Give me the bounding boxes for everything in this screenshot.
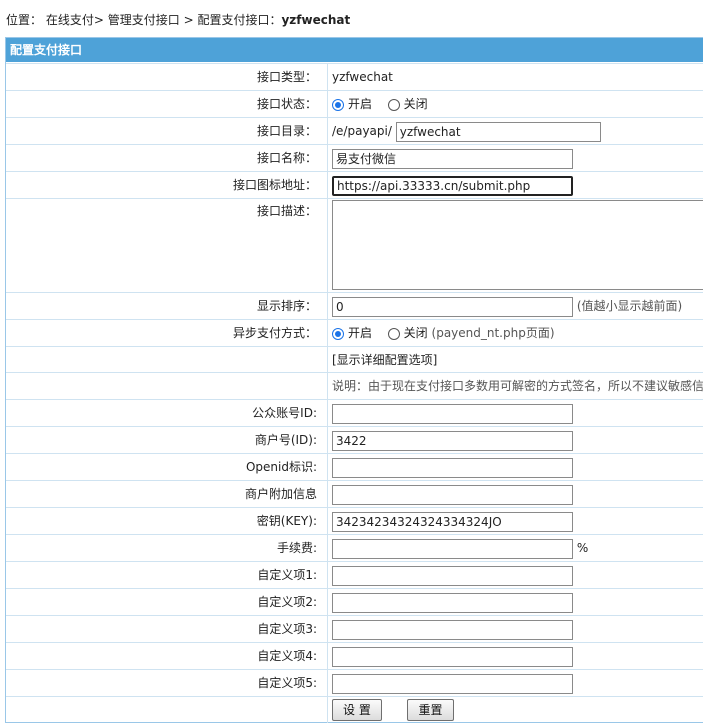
breadcrumb-prefix: 位置： (6, 13, 43, 27)
custom1-input[interactable] (332, 565, 573, 586)
status-off-label: 关闭 (403, 97, 428, 111)
custom2-input[interactable] (332, 592, 573, 613)
order-hint: (值越小显示越前面) (576, 299, 683, 313)
row-custom4: 自定义项4: (6, 642, 703, 670)
label-custom3: 自定义项3: (257, 622, 317, 636)
row-fee: 手续费: % (6, 534, 703, 562)
value-type: yzfwechat (332, 70, 393, 84)
label-key: 密钥(KEY): (256, 514, 317, 528)
status-on-radio[interactable] (332, 98, 344, 111)
custom4-input[interactable] (332, 646, 573, 667)
async-off-label: 关闭 (403, 326, 428, 340)
label-dir: 接口目录： (256, 124, 317, 138)
label-name: 接口名称： (256, 151, 317, 165)
name-input[interactable] (332, 148, 573, 169)
row-actions: 设 置 重置 (6, 696, 703, 723)
row-appid: 公众账号ID: (6, 399, 703, 427)
config-panel: 配置支付接口 接口类型： yzfwechat 接口状态： 开启 关闭 接口目录：… (5, 37, 703, 723)
note-text: 说明：由于现在支付接口多数用可解密的方式签名，所以不建议敏感信 (332, 379, 703, 393)
merchant-id-input[interactable] (332, 430, 573, 451)
async-off-radio[interactable] (387, 327, 400, 340)
icon-url-input[interactable] (332, 175, 573, 196)
row-show-detail: [显示详细配置选项] (6, 346, 703, 373)
breadcrumb-sep: > 配置支付接口： (183, 13, 282, 27)
row-custom2: 自定义项2: (6, 588, 703, 616)
status-off-radio[interactable] (387, 98, 400, 111)
row-custom1: 自定义项1: (6, 561, 703, 589)
fee-input[interactable] (332, 538, 573, 559)
key-input[interactable] (332, 511, 573, 532)
label-merchant-extra: 商户附加信息 (244, 487, 317, 501)
row-custom3: 自定义项3: (6, 615, 703, 643)
row-dir: 接口目录： /e/payapi/ (6, 117, 703, 145)
label-custom1: 自定义项1: (257, 568, 317, 582)
async-hint: (payend_nt.php页面) (431, 326, 555, 340)
label-order: 显示排序： (256, 299, 317, 313)
row-order: 显示排序： (值越小显示越前面) (6, 292, 703, 320)
submit-button[interactable]: 设 置 (332, 698, 382, 721)
order-input[interactable] (332, 296, 573, 317)
row-note: 说明：由于现在支付接口多数用可解密的方式签名，所以不建议敏感信 (6, 372, 703, 400)
label-custom5: 自定义项5: (257, 676, 317, 690)
row-type: 接口类型： yzfwechat (6, 63, 703, 91)
desc-textarea[interactable] (332, 200, 703, 290)
panel-title: 配置支付接口 (6, 38, 703, 62)
label-custom2: 自定义项2: (257, 595, 317, 609)
row-name: 接口名称： (6, 144, 703, 172)
row-desc: 接口描述： (6, 198, 703, 293)
breadcrumb-current: yzfwechat (281, 13, 351, 27)
label-appid: 公众账号ID: (252, 406, 317, 420)
fee-unit: % (576, 541, 589, 555)
openid-input[interactable] (332, 457, 573, 478)
label-type: 接口类型： (256, 70, 317, 84)
breadcrumb: 位置： 在线支付> 管理支付接口 > 配置支付接口：yzfwechat (6, 11, 350, 28)
label-custom4: 自定义项4: (257, 649, 317, 663)
dir-prefix: /e/payapi/ (332, 124, 392, 138)
async-on-label: 开启 (348, 326, 373, 340)
label-openid: Openid标识: (245, 460, 317, 474)
breadcrumb-link-manage[interactable]: 管理支付接口 (108, 13, 180, 27)
breadcrumb-link-online-pay[interactable]: 在线支付> (46, 13, 104, 27)
row-key: 密钥(KEY): (6, 507, 703, 535)
custom5-input[interactable] (332, 673, 573, 694)
reset-button[interactable]: 重置 (407, 698, 454, 721)
label-desc: 接口描述： (256, 204, 317, 218)
row-merchant-extra: 商户附加信息 (6, 480, 703, 508)
row-status: 接口状态： 开启 关闭 (6, 90, 703, 118)
label-icon-url: 接口图标地址： (232, 178, 317, 192)
label-async: 异步支付方式： (232, 326, 317, 340)
merchant-extra-input[interactable] (332, 484, 573, 505)
show-detail-link[interactable]: [显示详细配置选项] (332, 353, 437, 367)
label-status: 接口状态： (256, 97, 317, 111)
row-openid: Openid标识: (6, 453, 703, 481)
row-async: 异步支付方式： 开启 关闭 (payend_nt.php页面) (6, 319, 703, 347)
label-merchant-id: 商户号(ID): (254, 433, 317, 447)
custom3-input[interactable] (332, 619, 573, 640)
row-merchant-id: 商户号(ID): (6, 426, 703, 454)
dir-input[interactable] (395, 121, 601, 142)
status-on-label: 开启 (348, 97, 373, 111)
appid-input[interactable] (332, 403, 573, 424)
row-custom5: 自定义项5: (6, 669, 703, 697)
row-icon-url: 接口图标地址： (6, 171, 703, 199)
label-fee: 手续费: (276, 541, 317, 555)
async-on-radio[interactable] (332, 327, 344, 340)
